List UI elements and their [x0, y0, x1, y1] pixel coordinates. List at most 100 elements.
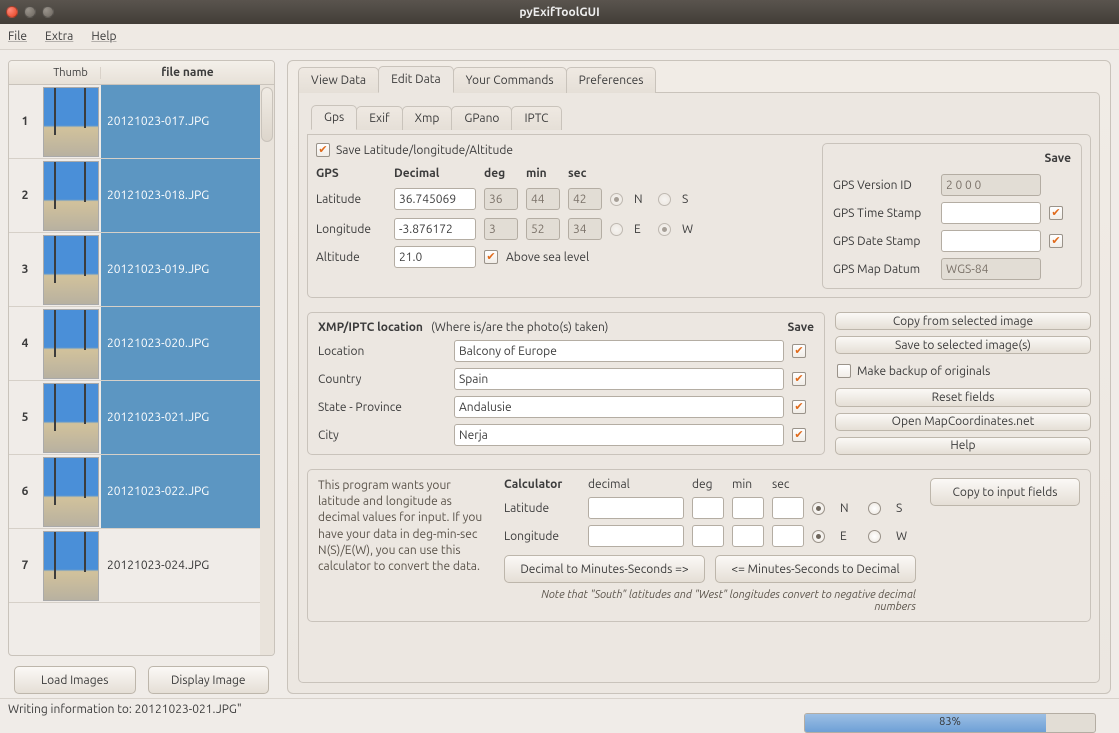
- status-text: Writing information to: 20121023-021.JPG…: [8, 703, 242, 716]
- display-image-button[interactable]: Display Image: [148, 666, 270, 694]
- calc-lat-s-radio[interactable]: [868, 502, 881, 515]
- decimal-to-dms-button[interactable]: Decimal to Minutes-Seconds =>: [504, 555, 705, 583]
- calc-lon-e-radio[interactable]: [812, 530, 825, 543]
- subtab-iptc[interactable]: IPTC: [511, 106, 561, 130]
- tab-edit-data[interactable]: Edit Data: [378, 66, 454, 93]
- gps-timestamp-input[interactable]: [941, 202, 1041, 224]
- col-filename[interactable]: file name: [101, 66, 274, 79]
- table-row[interactable]: 720121023-024.JPG: [9, 529, 274, 603]
- window-close-button[interactable]: [6, 6, 18, 18]
- backup-label: Make backup of originals: [857, 365, 990, 378]
- copy-to-input-fields-button[interactable]: Copy to input fields: [930, 478, 1080, 506]
- backup-checkbox[interactable]: [837, 364, 851, 378]
- filename-cell: 20121023-022.JPG: [101, 455, 274, 528]
- lat-sec-input: [568, 188, 602, 210]
- scrollbar-handle[interactable]: [261, 87, 273, 142]
- tab-preferences[interactable]: Preferences: [566, 67, 657, 93]
- lon-decimal-input[interactable]: [394, 218, 476, 240]
- row-index: 6: [9, 485, 41, 498]
- calc-lon-deg-input[interactable]: [692, 525, 724, 547]
- above-sea-checkbox[interactable]: [484, 250, 498, 264]
- table-row[interactable]: 320121023-019.JPG: [9, 233, 274, 307]
- file-table-scrollbar[interactable]: [260, 85, 274, 655]
- lat-decimal-input[interactable]: [394, 188, 476, 210]
- lon-deg-input: [484, 218, 518, 240]
- calc-lon-min-input[interactable]: [732, 525, 764, 547]
- row-index: 4: [9, 337, 41, 350]
- xmp-iptc-location-label: XMP/IPTC location: [318, 321, 423, 334]
- gps-datestamp-save-checkbox[interactable]: [1049, 234, 1063, 248]
- menu-extra[interactable]: Extra: [45, 30, 73, 43]
- thumbnail: [41, 307, 101, 381]
- main-tabs: View Data Edit Data Your Commands Prefer…: [298, 60, 1100, 92]
- tab-your-commands[interactable]: Your Commands: [453, 67, 567, 93]
- open-mapcoordinates-button[interactable]: Open MapCoordinates.net: [835, 413, 1091, 431]
- save-lla-checkbox[interactable]: [316, 143, 330, 157]
- calc-lon-sec-input[interactable]: [772, 525, 804, 547]
- progress-text: 83%: [939, 716, 961, 728]
- file-table: Thumb file name 120121023-017.JPG2201210…: [8, 60, 275, 656]
- thumbnail: [41, 159, 101, 233]
- country-input[interactable]: [454, 368, 784, 390]
- thumbnail: [41, 85, 101, 159]
- gps-datestamp-label: GPS Date Stamp: [833, 235, 933, 248]
- lat-deg-input: [484, 188, 518, 210]
- state-save-checkbox[interactable]: [792, 400, 806, 414]
- lon-w-radio: [658, 223, 671, 236]
- lat-label: Latitude: [316, 193, 386, 206]
- help-button[interactable]: Help: [835, 437, 1091, 455]
- location-save-checkbox[interactable]: [792, 344, 806, 358]
- window-titlebar: pyExifToolGUI: [0, 0, 1119, 24]
- alt-input[interactable]: [394, 246, 476, 268]
- menu-file[interactable]: File: [8, 30, 27, 43]
- calc-title: Calculator: [504, 478, 580, 491]
- col-thumb[interactable]: Thumb: [41, 67, 101, 79]
- calc-lat-sec-input[interactable]: [772, 497, 804, 519]
- lat-n-radio: [610, 193, 623, 206]
- row-index: 1: [9, 115, 41, 128]
- country-save-checkbox[interactable]: [792, 372, 806, 386]
- calculator-help-text: This program wants your latitude and lon…: [318, 478, 490, 613]
- calc-lat-decimal-input[interactable]: [588, 497, 684, 519]
- calc-lat-deg-input[interactable]: [692, 497, 724, 519]
- menu-help[interactable]: Help: [91, 30, 116, 43]
- table-row[interactable]: 520121023-021.JPG: [9, 381, 274, 455]
- gps-timestamp-save-checkbox[interactable]: [1049, 206, 1063, 220]
- above-sea-label: Above sea level: [506, 251, 589, 264]
- table-row[interactable]: 4 20121023-020.JPG: [9, 307, 274, 381]
- gps-decimal-head: Decimal: [394, 167, 476, 180]
- window-minimize-button[interactable]: [24, 6, 36, 18]
- calc-lon-decimal-input[interactable]: [588, 525, 684, 547]
- alt-label: Altitude: [316, 251, 386, 264]
- reset-fields-button[interactable]: Reset fields: [835, 388, 1091, 406]
- subtab-exif[interactable]: Exif: [356, 106, 402, 130]
- save-lla-label: Save Latitude/longitude/Altitude: [336, 144, 513, 157]
- calc-lat-min-input[interactable]: [732, 497, 764, 519]
- lat-min-input: [526, 188, 560, 210]
- lon-e-radio: [610, 223, 623, 236]
- subtab-xmp[interactable]: Xmp: [402, 106, 453, 130]
- location-input[interactable]: [454, 340, 784, 362]
- load-images-button[interactable]: Load Images: [14, 666, 136, 694]
- city-save-checkbox[interactable]: [792, 428, 806, 442]
- window-maximize-button[interactable]: [42, 6, 54, 18]
- subtab-gpano[interactable]: GPano: [451, 106, 512, 130]
- gps-timestamp-label: GPS Time Stamp: [833, 207, 933, 220]
- tab-view-data[interactable]: View Data: [298, 67, 379, 93]
- table-row[interactable]: 220121023-018.JPG: [9, 159, 274, 233]
- city-input[interactable]: [454, 424, 784, 446]
- calc-lon-w-radio[interactable]: [868, 530, 881, 543]
- filename-cell: 20121023-020.JPG: [101, 307, 274, 380]
- dms-to-decimal-button[interactable]: <= Minutes-Seconds to Decimal: [715, 555, 916, 583]
- table-row[interactable]: 120121023-017.JPG: [9, 85, 274, 159]
- calc-lon-label: Longitude: [504, 530, 580, 543]
- state-input[interactable]: [454, 396, 784, 418]
- calc-lat-n-radio[interactable]: [812, 502, 825, 515]
- gps-min-head: min: [526, 167, 560, 180]
- copy-from-selected-button[interactable]: Copy from selected image: [835, 312, 1091, 330]
- gps-datestamp-input[interactable]: [941, 230, 1041, 252]
- thumbnail: [41, 529, 101, 603]
- table-row[interactable]: 6 20121023-022.JPG: [9, 455, 274, 529]
- save-to-selected-button[interactable]: Save to selected image(s): [835, 336, 1091, 354]
- subtab-gps[interactable]: Gps: [311, 105, 357, 130]
